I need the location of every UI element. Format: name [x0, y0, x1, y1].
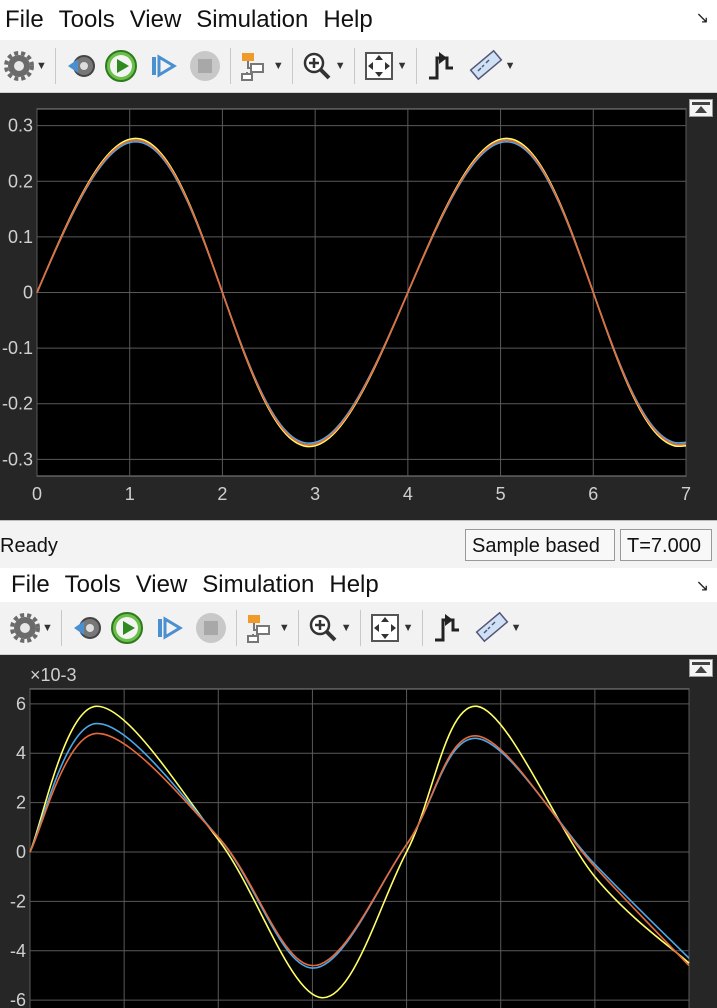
y-tick-label: -0.1 [2, 338, 33, 358]
toolbar-separator [297, 610, 299, 646]
toolbar-separator [229, 48, 231, 84]
menu-bar: File Tools View Simulation Help ↘ [0, 568, 717, 602]
chevron-down-icon[interactable]: ▼ [279, 622, 290, 634]
stop-icon[interactable] [194, 608, 228, 648]
chevron-down-icon[interactable]: ▼ [273, 60, 284, 72]
undock-arrow-icon[interactable]: ↘ [696, 8, 709, 28]
chevron-down-icon[interactable]: ▼ [505, 60, 516, 72]
configuration-properties-icon[interactable] [4, 46, 34, 86]
step-forward-icon[interactable] [148, 46, 178, 86]
x-tick-label: 3 [310, 484, 320, 504]
toolbar-separator [54, 48, 56, 84]
signal-selector-icon[interactable] [245, 608, 277, 648]
menu-simulation[interactable]: Simulation [191, 6, 316, 34]
menu-file[interactable]: File [0, 6, 52, 34]
run-icon[interactable] [110, 608, 144, 648]
y-scale-exponent-label: ×10-3 [30, 665, 77, 685]
y-tick-label: 6 [16, 694, 26, 714]
plot-panel: 0 1 2 3 4 5 6 7 0.3 0.2 0.1 0 -0.1 -0.2 -0.3 [0, 93, 717, 520]
menu-help[interactable]: Help [318, 6, 380, 34]
configuration-properties-icon[interactable] [10, 608, 40, 648]
x-tick-label: 2 [217, 484, 227, 504]
chevron-down-icon[interactable]: ▼ [511, 622, 522, 634]
menu-bar: File Tools View Simulation Help ↘ [0, 0, 717, 40]
scope-plot-1[interactable]: 0 1 2 3 4 5 6 7 0.3 0.2 0.1 0 -0.1 -0.2 -0.3 [0, 93, 717, 520]
status-ready: Ready [0, 535, 58, 557]
plot-panel: 6 4 2 0 -2 -4 -6 ×10-3 [0, 655, 717, 1008]
x-tick-label: 7 [681, 484, 691, 504]
toolbar-separator [353, 48, 355, 84]
toolbar-separator [421, 610, 423, 646]
y-tick-label: 0.2 [8, 171, 33, 191]
y-tick-label: -6 [10, 990, 26, 1008]
x-tick-label: 6 [588, 484, 598, 504]
y-tick-label: -0.2 [2, 394, 33, 414]
fit-to-view-icon[interactable] [363, 46, 395, 86]
run-icon[interactable] [104, 46, 138, 86]
toolbar-separator [415, 48, 417, 84]
toolbar: ▼ ▼ ▼ ▼ ▼ [0, 40, 717, 93]
zoom-in-icon[interactable] [307, 608, 339, 648]
y-tick-label: -4 [10, 941, 26, 961]
y-tick-label: 0 [16, 842, 26, 862]
menu-view[interactable]: View [125, 6, 190, 34]
triggers-icon[interactable] [431, 608, 463, 648]
chevron-down-icon[interactable]: ▼ [36, 60, 47, 72]
y-tick-label: 4 [16, 743, 26, 763]
cursor-measurements-icon[interactable] [469, 46, 503, 86]
status-bar: Ready Sample based T=7.000 [0, 520, 717, 568]
sample-mode-indicator: Sample based [465, 529, 615, 561]
scope-window-2: File Tools View Simulation Help ↘ ▼ ▼ ▼ … [0, 568, 717, 1008]
menu-tools[interactable]: Tools [54, 6, 123, 34]
step-back-icon[interactable] [64, 46, 98, 86]
y-tick-label: 0 [23, 283, 33, 303]
menu-help[interactable]: Help [324, 571, 386, 599]
chevron-down-icon[interactable]: ▼ [403, 622, 414, 634]
x-tick-label: 5 [496, 484, 506, 504]
x-tick-label: 0 [32, 484, 42, 504]
scope-window-1: File Tools View Simulation Help ↘ ▼ ▼ ▼ … [0, 0, 717, 568]
y-tick-label: 2 [16, 793, 26, 813]
toolbar-separator [60, 610, 62, 646]
zoom-in-icon[interactable] [301, 46, 333, 86]
signal-selector-icon[interactable] [239, 46, 271, 86]
toolbar-separator [291, 48, 293, 84]
undock-arrow-icon[interactable]: ↘ [696, 576, 709, 596]
x-tick-label: 1 [125, 484, 135, 504]
chevron-down-icon[interactable]: ▼ [341, 622, 352, 634]
cursor-measurements-icon[interactable] [475, 608, 509, 648]
y-tick-label: 0.1 [8, 227, 33, 247]
step-forward-icon[interactable] [154, 608, 184, 648]
fit-to-view-icon[interactable] [369, 608, 401, 648]
y-tick-label: -2 [10, 891, 26, 911]
toolbar-separator [359, 610, 361, 646]
simulation-time: T=7.000 [620, 529, 712, 561]
toolbar-separator [235, 610, 237, 646]
x-tick-label: 4 [403, 484, 413, 504]
chevron-down-icon[interactable]: ▼ [397, 60, 408, 72]
chevron-down-icon[interactable]: ▼ [335, 60, 346, 72]
scope-plot-2[interactable]: 6 4 2 0 -2 -4 -6 ×10-3 [0, 655, 717, 1008]
stop-icon[interactable] [188, 46, 222, 86]
step-back-icon[interactable] [70, 608, 104, 648]
menu-tools[interactable]: Tools [60, 571, 129, 599]
menu-simulation[interactable]: Simulation [197, 571, 322, 599]
plot-area [29, 688, 690, 1008]
menu-file[interactable]: File [6, 571, 58, 599]
triggers-icon[interactable] [425, 46, 457, 86]
y-tick-label: 0.3 [8, 116, 33, 136]
y-tick-label: -0.3 [2, 449, 33, 469]
chevron-down-icon[interactable]: ▼ [42, 622, 53, 634]
menu-view[interactable]: View [131, 571, 196, 599]
toolbar: ▼ ▼ ▼ ▼ ▼ [0, 602, 717, 655]
